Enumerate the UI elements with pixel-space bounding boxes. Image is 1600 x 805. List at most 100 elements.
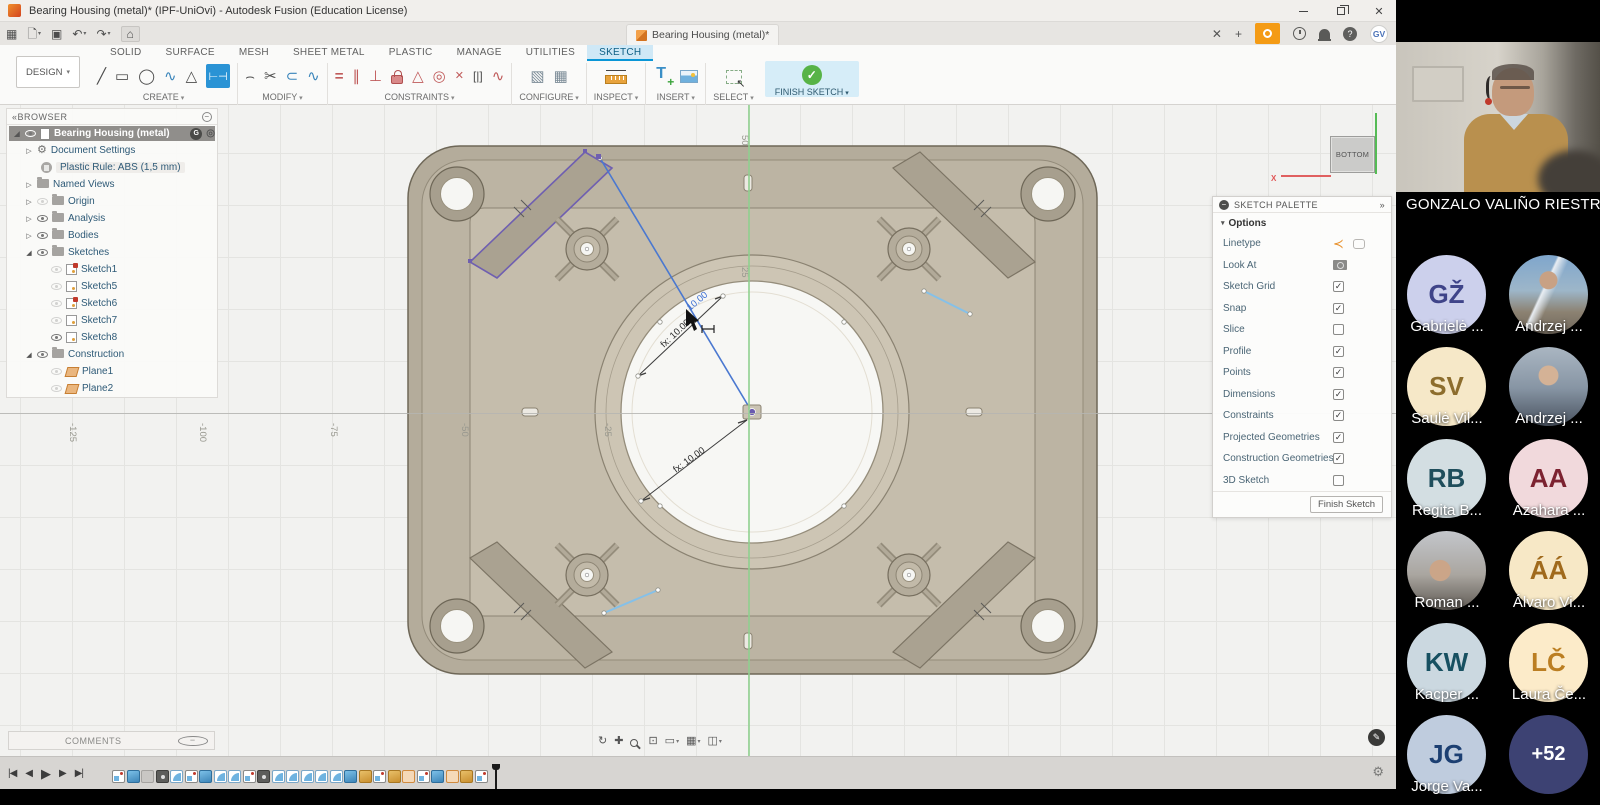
fit-icon[interactable]: ⊡	[648, 736, 657, 747]
constraints-group-label[interactable]: CONSTRAINTS	[385, 92, 455, 102]
tree-item-sketch6[interactable]: Sketch6	[7, 295, 217, 312]
orbit-icon[interactable]: ↻	[598, 736, 607, 747]
timeline-feature-solid-icon[interactable]	[344, 770, 357, 783]
close-tab-icon[interactable]: ✕	[1212, 28, 1222, 40]
expand-arrow-icon[interactable]: ◢	[25, 351, 33, 359]
browser-minimize-icon[interactable]: −	[202, 112, 212, 122]
participant-tile[interactable]: Roman ...	[1401, 530, 1493, 622]
tree-item-plane1[interactable]: Plane1	[7, 363, 217, 380]
display-settings-icon[interactable]: ▭▾	[665, 736, 679, 747]
parallel-constraint-icon[interactable]: ∥	[353, 69, 361, 84]
comments-collapse-icon[interactable]: −	[178, 736, 209, 746]
timeline-feature-fillet-icon[interactable]	[286, 770, 299, 783]
construction-geometries-checkbox[interactable]: ✓	[1333, 453, 1344, 464]
tree-item-sketch5[interactable]: Sketch5	[7, 278, 217, 295]
expand-arrow-icon[interactable]: ◢	[25, 249, 33, 257]
profile-checkbox[interactable]: ✓	[1333, 346, 1344, 357]
slice-checkbox[interactable]	[1333, 324, 1344, 335]
visibility-on-icon[interactable]	[25, 130, 36, 137]
expand-arrow-icon[interactable]: ▷	[25, 147, 33, 155]
speaker-video[interactable]	[1396, 42, 1600, 192]
tab-sketch[interactable]: SKETCH	[587, 45, 653, 61]
tab-utilities[interactable]: UTILITIES	[514, 45, 587, 61]
spline-tool-icon[interactable]: ∿	[164, 69, 177, 84]
circle-tool-icon[interactable]: ◯	[138, 69, 155, 84]
configure-group-label[interactable]: CONFIGURE	[519, 92, 578, 102]
pan-icon[interactable]: ✚	[614, 736, 623, 747]
timeline-feature-sketch-icon[interactable]	[243, 770, 256, 783]
comments-bar[interactable]: COMMENTS −	[8, 731, 215, 750]
grid-settings-icon[interactable]: ▦▾	[686, 736, 700, 747]
timeline-feature-sketch-icon[interactable]	[112, 770, 125, 783]
account-avatar[interactable]: GV	[1370, 25, 1388, 43]
tree-item-sketch1[interactable]: Sketch1	[7, 261, 217, 278]
timeline-feature-fillet-icon[interactable]	[301, 770, 314, 783]
file-menu-icon[interactable]: 🗋▾	[27, 28, 41, 40]
save-icon[interactable]: ▣	[51, 28, 62, 40]
workspace-selector[interactable]: DESIGN	[16, 56, 80, 88]
visibility-off-icon[interactable]	[51, 283, 62, 290]
tree-item-document-settings[interactable]: ▷⚙Document Settings	[7, 142, 217, 159]
new-tab-icon[interactable]: +	[1235, 28, 1242, 40]
timeline-feature-fillet-icon[interactable]	[315, 770, 328, 783]
participant-tile[interactable]: SVSaulė Vil...	[1401, 346, 1493, 438]
tree-item-origin[interactable]: ▷Origin	[7, 193, 217, 210]
tab-plastic[interactable]: PLASTIC	[377, 45, 445, 61]
horizontal-vertical-constraint-icon[interactable]: =	[335, 69, 344, 84]
look-at-camera-icon[interactable]	[1333, 260, 1347, 270]
3d-sketch-checkbox[interactable]	[1333, 475, 1344, 486]
timeline-step-forward-icon[interactable]: ▶	[59, 768, 66, 779]
expand-arrow-icon[interactable]: ▷	[25, 232, 33, 240]
redo-icon[interactable]: ↷▾	[96, 28, 110, 40]
timeline-feature-thread-icon[interactable]	[388, 770, 401, 783]
tab-solid[interactable]: SOLID	[98, 45, 154, 61]
visibility-off-icon[interactable]	[37, 198, 48, 205]
select-group-label[interactable]: SELECT	[713, 92, 753, 102]
timeline-feature-plane-icon[interactable]	[446, 770, 459, 783]
timeline-feature-sketch-icon[interactable]	[373, 770, 386, 783]
visibility-off-icon[interactable]	[51, 300, 62, 307]
snap-checkbox[interactable]: ✓	[1333, 303, 1344, 314]
restore-button[interactable]	[1334, 4, 1348, 18]
measure-ruler-icon[interactable]	[605, 75, 627, 84]
concentric-constraint-icon[interactable]: ◎	[433, 69, 446, 84]
visibility-off-icon[interactable]	[51, 368, 62, 375]
finish-sketch-group[interactable]: ✓ FINISH SKETCH	[765, 61, 859, 97]
insert-canvas-image-icon[interactable]	[680, 70, 698, 83]
projected-geometries-checkbox[interactable]: ✓	[1333, 432, 1344, 443]
participant-tile[interactable]: KWKacper ...	[1401, 622, 1493, 714]
job-status-button[interactable]	[1255, 23, 1280, 44]
finish-sketch-button[interactable]: Finish Sketch	[1310, 496, 1383, 513]
help-icon[interactable]: ?	[1343, 27, 1357, 41]
create-group-label[interactable]: CREATE	[143, 92, 184, 102]
configure-icon[interactable]: ▧	[530, 69, 544, 84]
document-tab[interactable]: Bearing Housing (metal)*	[626, 24, 779, 45]
timeline-playhead-marker[interactable]	[492, 764, 500, 789]
timeline-feature-solid-icon[interactable]	[431, 770, 444, 783]
rectangle-tool-icon[interactable]: ▭	[115, 69, 129, 84]
tree-item-sketch7[interactable]: Sketch7	[7, 312, 217, 329]
timeline-feature-sketch-icon[interactable]	[185, 770, 198, 783]
timeline-play-icon[interactable]: ▶	[41, 766, 50, 782]
timeline-feature-fillet-icon[interactable]	[228, 770, 241, 783]
participant-tile[interactable]: Andrzej ...	[1503, 346, 1595, 438]
timeline-settings-gear-icon[interactable]: ⚙	[1372, 765, 1384, 778]
sketch-grid-checkbox[interactable]: ✓	[1333, 281, 1344, 292]
timeline-step-back-icon[interactable]: ◀	[25, 768, 32, 779]
viewcube[interactable]: BOTTOM X	[1330, 136, 1375, 173]
configuration-table-icon[interactable]: ▦	[554, 69, 568, 84]
tree-item-named-views[interactable]: ▷Named Views	[7, 176, 217, 193]
sketch-dimension-tool-icon[interactable]: ⊢⊣	[206, 64, 230, 88]
close-button[interactable]: ✕	[1372, 4, 1386, 18]
viewcube-face-label[interactable]: BOTTOM	[1336, 150, 1369, 159]
palette-options-section[interactable]: Options	[1213, 213, 1391, 233]
perpendicular-constraint-icon[interactable]: ⊥	[369, 69, 382, 84]
timeline-feature-muted-icon[interactable]	[141, 770, 154, 783]
activate-component-icon[interactable]: ◎	[206, 129, 215, 139]
minimize-button[interactable]	[1296, 4, 1310, 18]
expand-arrow-icon[interactable]: ◢	[13, 130, 21, 138]
timeline-feature-hole-icon[interactable]	[257, 770, 270, 783]
timeline-feature-sketch-icon[interactable]	[417, 770, 430, 783]
select-cursor-icon[interactable]	[726, 70, 742, 84]
points-checkbox[interactable]: ✓	[1333, 367, 1344, 378]
